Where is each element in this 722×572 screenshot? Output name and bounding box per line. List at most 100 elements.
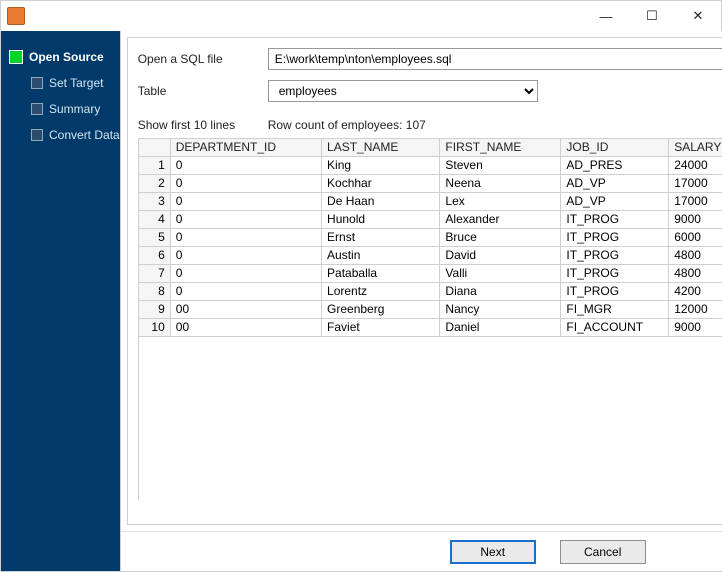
button-label: Next (480, 545, 505, 559)
sql-file-input[interactable] (268, 48, 722, 70)
sidebar-item-set-target[interactable]: Set Target (1, 70, 120, 96)
table-cell: AD_VP (561, 193, 669, 211)
sidebar-item-label: Set Target (49, 76, 103, 90)
table-cell: 0 (170, 211, 321, 229)
table-horizontal-scrollbar[interactable] (138, 502, 722, 518)
table-cell: 17000 (669, 193, 722, 211)
table-row[interactable]: 50ErnstBruceIT_PROG6000BERNST (139, 229, 722, 247)
minimize-button[interactable]: — (583, 1, 629, 31)
app-icon (7, 7, 25, 25)
sidebar-item-open-source[interactable]: Open Source (1, 44, 120, 70)
table-row[interactable]: 80LorentzDianaIT_PROG4200DLORENTZ (139, 283, 722, 301)
table-select[interactable]: employees (268, 80, 538, 102)
table-cell: Nancy (440, 301, 561, 319)
row-number-cell: 8 (139, 283, 171, 301)
table-cell: FI_MGR (561, 301, 669, 319)
sidebar-item-label: Convert Data (49, 128, 120, 142)
col-header-salary[interactable]: SALARY (669, 139, 722, 157)
table-cell: IT_PROG (561, 247, 669, 265)
row-number-cell: 6 (139, 247, 171, 265)
table-cell: Alexander (440, 211, 561, 229)
table-cell: FI_ACCOUNT (561, 319, 669, 337)
table-cell: 0 (170, 229, 321, 247)
sidebar-item-convert-data[interactable]: Convert Data (1, 122, 120, 148)
table-row[interactable]: 30De HaanLexAD_VP17000LDEHAAN (139, 193, 722, 211)
wizard-sidebar: Open Source Set Target Summary Convert D… (1, 31, 120, 571)
table-cell: IT_PROG (561, 229, 669, 247)
app-window: — ☐ ✕ Open Source Set Target Summary Con… (0, 0, 722, 572)
table-cell: 0 (170, 175, 321, 193)
step-node-icon (9, 50, 23, 64)
close-button[interactable]: ✕ (675, 1, 721, 31)
maximize-button[interactable]: ☐ (629, 1, 675, 31)
table-row[interactable]: 10KingStevenAD_PRES24000SKING (139, 157, 722, 175)
row-number-cell: 5 (139, 229, 171, 247)
row-count-label: Row count of employees: 107 (268, 118, 426, 132)
main-panel: Open a SQL file Table (120, 31, 722, 571)
table-row[interactable]: 900GreenbergNancyFI_MGR12000NGREENBE (139, 301, 722, 319)
table-row[interactable]: 1000FavietDanielFI_ACCOUNT9000DFAVIET (139, 319, 722, 337)
table-cell: 00 (170, 319, 321, 337)
form-area: Open a SQL file Table (128, 38, 722, 118)
row-number-cell: 10 (139, 319, 171, 337)
table-cell: 24000 (669, 157, 722, 175)
table-cell: 4200 (669, 283, 722, 301)
open-file-label: Open a SQL file (138, 52, 268, 66)
table-cell: Valli (440, 265, 561, 283)
table-cell: Kochhar (322, 175, 440, 193)
table-label: Table (138, 84, 268, 98)
table-cell: 9000 (669, 211, 722, 229)
table-cell: AD_PRES (561, 157, 669, 175)
table-row[interactable]: 20KochharNeenaAD_VP17000NKOCHHAR (139, 175, 722, 193)
wizard-button-bar: Next Cancel ? Help (121, 531, 722, 571)
row-number-cell: 1 (139, 157, 171, 175)
table-cell: 0 (170, 157, 321, 175)
col-header-job-id[interactable]: JOB_ID (561, 139, 669, 157)
sidebar-item-label: Open Source (29, 50, 104, 64)
next-button[interactable]: Next (450, 540, 536, 564)
table-cell: 4800 (669, 265, 722, 283)
table-cell: Pataballa (322, 265, 440, 283)
table-cell: Lorentz (322, 283, 440, 301)
table-cell: 12000 (669, 301, 722, 319)
table-cell: AD_VP (561, 175, 669, 193)
col-header-first-name[interactable]: FIRST_NAME (440, 139, 561, 157)
table-cell: Lex (440, 193, 561, 211)
table-cell: Steven (440, 157, 561, 175)
table-cell: IT_PROG (561, 265, 669, 283)
col-header-department-id[interactable]: DEPARTMENT_ID (170, 139, 321, 157)
table-row[interactable]: 60AustinDavidIT_PROG4800DAUSTIN (139, 247, 722, 265)
table-cell: 9000 (669, 319, 722, 337)
table-row[interactable]: 40HunoldAlexanderIT_PROG9000AHUNOLD (139, 211, 722, 229)
col-header-last-name[interactable]: LAST_NAME (322, 139, 440, 157)
step-node-icon (31, 103, 43, 115)
step-node-icon (31, 77, 43, 89)
table-cell: Faviet (322, 319, 440, 337)
row-number-cell: 3 (139, 193, 171, 211)
row-number-cell: 9 (139, 301, 171, 319)
step-node-icon (31, 129, 43, 141)
table-cell: Daniel (440, 319, 561, 337)
table-cell: 0 (170, 247, 321, 265)
table-cell: David (440, 247, 561, 265)
button-label: Cancel (584, 545, 621, 559)
table-cell: 4800 (669, 247, 722, 265)
col-header-rownum[interactable] (139, 139, 171, 157)
table-cell: Bruce (440, 229, 561, 247)
table-cell: 0 (170, 265, 321, 283)
table-cell: Neena (440, 175, 561, 193)
table-cell: 6000 (669, 229, 722, 247)
cancel-button[interactable]: Cancel (560, 540, 646, 564)
data-table: DEPARTMENT_ID LAST_NAME FIRST_NAME JOB_I… (139, 139, 722, 337)
titlebar: — ☐ ✕ (1, 1, 721, 31)
show-first-lines-label: Show first 10 lines (138, 118, 268, 132)
table-cell: Austin (322, 247, 440, 265)
table-cell: IT_PROG (561, 283, 669, 301)
table-cell: 17000 (669, 175, 722, 193)
row-number-cell: 4 (139, 211, 171, 229)
row-number-cell: 2 (139, 175, 171, 193)
row-number-cell: 7 (139, 265, 171, 283)
table-cell: 0 (170, 283, 321, 301)
sidebar-item-summary[interactable]: Summary (1, 96, 120, 122)
table-row[interactable]: 70PataballaValliIT_PROG4800VPATABAL (139, 265, 722, 283)
